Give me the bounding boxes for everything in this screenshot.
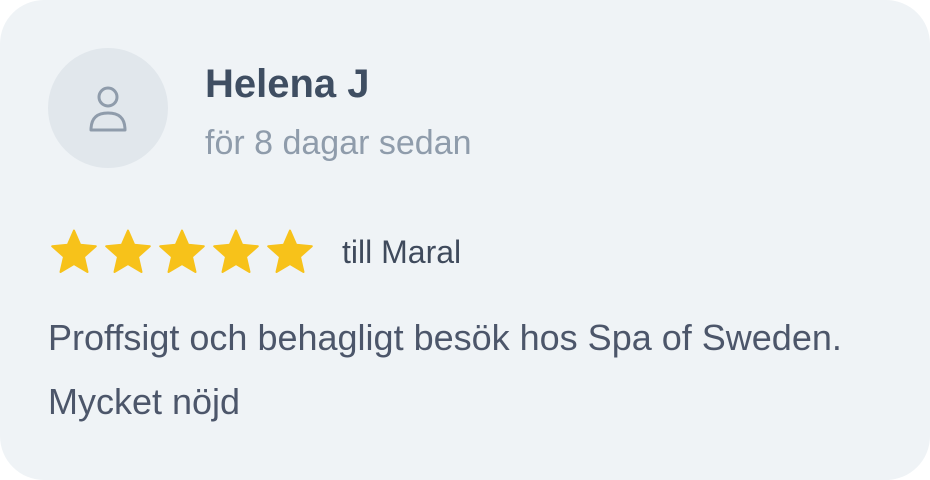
review-card: Helena J för 8 dagar sedan till Maral Pr… <box>0 0 930 480</box>
star-icon <box>267 229 313 273</box>
star-rating <box>50 228 320 276</box>
star-icon <box>105 229 151 273</box>
star-icon <box>213 229 259 273</box>
user-icon <box>89 86 127 132</box>
star-icon <box>51 229 97 273</box>
stylist-label: till Maral <box>342 233 462 270</box>
review-time: för 8 dagar sedan <box>205 124 472 162</box>
review-text: Proffsigt och behagligt besök hos Spa of… <box>48 317 842 422</box>
reviewer-name: Helena J <box>205 62 370 106</box>
avatar <box>48 48 168 168</box>
star-icon <box>159 229 205 273</box>
rating-row: till Maral <box>50 226 461 278</box>
